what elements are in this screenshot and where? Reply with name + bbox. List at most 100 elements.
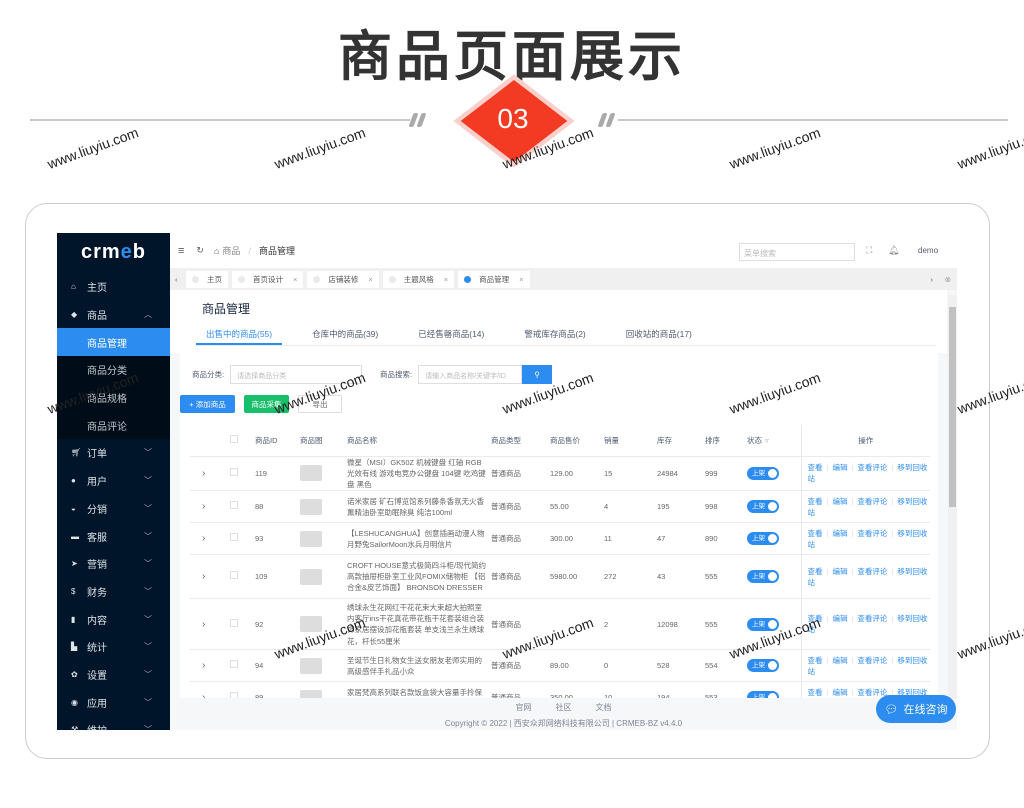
close-icon[interactable]: × [293,275,297,284]
status-tab[interactable]: 仓库中的商品(39) [302,328,388,345]
tabs-prev-icon[interactable]: ‹ [175,275,178,284]
action-link[interactable]: 查看 [808,567,823,576]
action-link[interactable]: 编辑 [832,529,847,538]
expand-row-icon[interactable]: › [190,681,230,698]
sidebar-item[interactable]: ▬ 客服 ﹀ [57,522,170,550]
sidebar-item-home[interactable]: ⌂ 主页 [57,273,170,301]
sidebar-item[interactable]: ◒ 分销 ﹀ [57,495,170,523]
menu-search-input[interactable]: 菜单搜索 [739,243,855,261]
row-checkbox[interactable] [230,501,238,510]
tab-item[interactable]: 首页设计 × [232,270,304,288]
goods-image[interactable] [300,530,322,547]
sidebar-item-goods-spec[interactable]: 商品规格 [57,384,170,412]
tab-item[interactable]: 商品管理 × [458,270,530,288]
row-checkbox[interactable] [230,618,238,627]
goods-image[interactable] [300,568,322,585]
collect-goods-button[interactable]: 商品采集 [244,395,289,413]
sidebar-item[interactable]: ⚒ 维护 ﹀ [57,716,170,730]
action-link[interactable]: 查看 [808,463,823,472]
select-all-checkbox[interactable] [230,435,238,444]
status-toggle[interactable]: 上架 [747,466,779,480]
action-link[interactable]: 查看 [808,688,823,697]
goods-search-input[interactable]: 请输入商品名称/关键字/ID [418,365,523,384]
sidebar-item-goods-review[interactable]: 商品评论 [57,411,170,439]
row-checkbox[interactable] [230,660,238,669]
expand-row-icon[interactable]: › [190,522,230,556]
tabs-next-icon[interactable]: › [931,275,934,284]
online-chat-button[interactable]: 💬︎ 在线咨询 [876,695,956,723]
footer-link[interactable]: 社区 [556,703,572,712]
bell-icon[interactable]: 🔔︎ [888,245,899,256]
status-tab[interactable]: 已经售罄商品(14) [408,328,494,345]
export-button[interactable]: 导出 [298,395,342,413]
action-link[interactable]: 查看评论 [857,529,887,538]
sidebar-item[interactable]: ◉ 应用 ﹀ [57,688,170,716]
action-link[interactable]: 编辑 [832,567,847,576]
status-tab[interactable]: 回收站的商品(17) [616,328,702,345]
sidebar-item-goods-category[interactable]: 商品分类 [57,356,170,384]
goods-image[interactable] [300,498,322,515]
sidebar-item-goods[interactable]: ◆ 商品 ︿ [57,301,170,329]
close-icon[interactable]: × [519,275,523,284]
action-link[interactable]: 编辑 [832,497,847,506]
tab-item[interactable]: 主题风格 × [382,270,455,288]
footer-link[interactable]: 文档 [596,703,612,712]
close-icon[interactable]: × [368,275,372,284]
expand-row-icon[interactable]: › [190,598,230,651]
menu-toggle-icon[interactable]: ≡ [178,245,184,257]
sidebar-item[interactable]: 🛒︎ 订单 ﹀ [57,439,170,467]
row-checkbox[interactable] [230,467,238,476]
breadcrumb-goods[interactable]: 商品 [222,244,240,257]
action-link[interactable]: 查看 [808,497,823,506]
add-goods-button[interactable]: + 添加商品 [180,395,235,413]
close-icon[interactable]: × [444,275,448,284]
action-link[interactable]: 查看评论 [857,614,887,623]
category-select[interactable]: 请选择商品分类 [230,365,363,384]
sidebar-item[interactable]: ● 用户 ﹀ [57,467,170,495]
action-link[interactable]: 查看 [808,614,823,623]
tab-item[interactable]: 主页 [186,270,228,288]
sidebar-item-goods-manage[interactable]: 商品管理 [57,328,170,357]
expand-row-icon[interactable]: › [190,649,230,683]
action-link[interactable]: 查看评论 [857,688,887,697]
action-link[interactable]: 编辑 [832,614,847,623]
expand-row-icon[interactable]: › [190,456,230,492]
action-link[interactable]: 查看 [808,656,823,665]
action-link[interactable]: 查看评论 [857,497,887,506]
status-tab[interactable]: 警戒库存商品(2) [514,328,595,345]
status-tab[interactable]: 出售中的商品(55) [196,328,283,345]
refresh-icon[interactable]: ↻ [196,245,204,256]
expand-row-icon[interactable]: › [190,554,230,600]
filter-icon[interactable]: ▿ [765,436,769,445]
close-all-tabs-icon[interactable]: ⊗ [945,275,951,284]
sidebar-item[interactable]: $ 财务 ﹀ [57,578,170,606]
status-toggle[interactable]: 上架 [747,570,779,584]
action-link[interactable]: 编辑 [832,463,847,472]
row-checkbox[interactable] [230,533,238,542]
action-link[interactable]: 查看评论 [857,656,887,665]
sidebar-item[interactable]: ➤ 营销 ﹀ [57,550,170,578]
status-toggle[interactable]: 上架 [747,617,779,631]
search-button[interactable]: ⚲ [522,365,553,384]
action-link[interactable]: 编辑 [832,688,847,697]
goods-image[interactable] [300,616,322,633]
status-toggle[interactable]: 上架 [747,691,779,698]
goods-image[interactable] [300,657,322,674]
sidebar-item[interactable]: ✿ 设置 ﹀ [57,661,170,689]
status-toggle[interactable]: 上架 [747,659,779,673]
scrollbar[interactable] [948,295,957,698]
status-toggle[interactable]: 上架 [747,532,779,546]
action-link[interactable]: 编辑 [832,656,847,665]
goods-image[interactable] [300,689,322,698]
goods-image[interactable] [300,465,322,482]
tab-item[interactable]: 店铺装修 × [307,270,379,288]
action-link[interactable]: 查看 [808,529,823,538]
action-link[interactable]: 查看评论 [857,463,887,472]
sidebar-item[interactable]: ▙ 统计 ﹀ [57,633,170,661]
status-toggle[interactable]: 上架 [747,500,779,514]
fullscreen-icon[interactable]: ⛶ [866,245,872,256]
row-checkbox[interactable] [230,571,238,580]
user-menu[interactable]: demo [918,246,938,255]
action-link[interactable]: 查看评论 [857,567,887,576]
expand-row-icon[interactable]: › [190,490,230,524]
